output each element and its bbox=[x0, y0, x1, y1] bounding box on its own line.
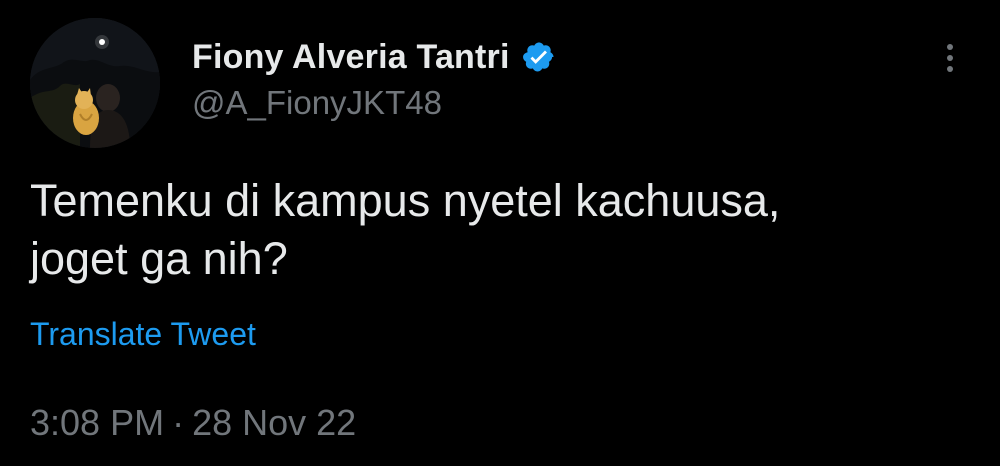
translate-tweet-link[interactable]: Translate Tweet bbox=[30, 316, 256, 353]
tweet-text: Temenku di kampus nyetel kachuusa, joget… bbox=[30, 175, 781, 284]
author-avatar[interactable] bbox=[30, 18, 160, 148]
tweet-date[interactable]: 28 Nov 22 bbox=[192, 402, 356, 443]
timestamp-separator: · bbox=[172, 402, 185, 443]
tweet-timestamp: 3:08 PM · 28 Nov 22 bbox=[30, 402, 356, 444]
more-options-icon[interactable] bbox=[932, 40, 968, 76]
author-name-row: Fiony Alveria Tantri bbox=[192, 36, 556, 78]
tweet-card: Fiony Alveria Tantri @A_FionyJKT48 Temen… bbox=[0, 0, 1000, 466]
author-display-name[interactable]: Fiony Alveria Tantri bbox=[192, 38, 510, 77]
avatar-photo-icon bbox=[30, 18, 160, 148]
author-handle[interactable]: @A_FionyJKT48 bbox=[192, 84, 442, 122]
verified-badge-icon bbox=[522, 40, 556, 74]
tweet-time[interactable]: 3:08 PM bbox=[30, 402, 164, 443]
